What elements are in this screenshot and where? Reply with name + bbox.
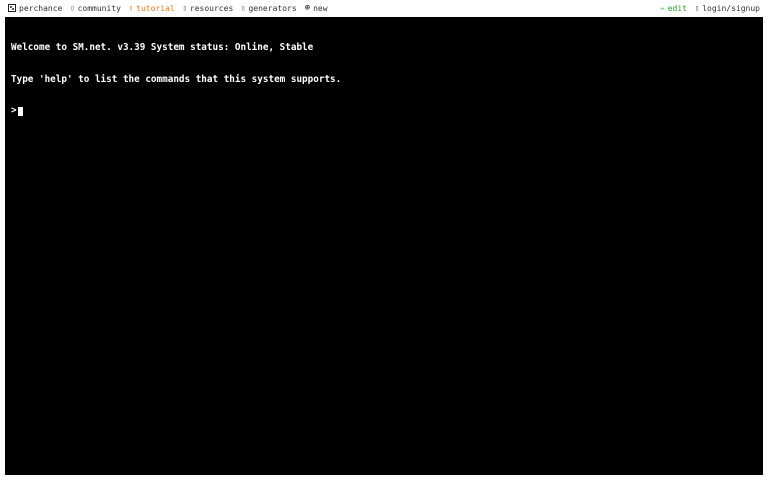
nav-home-link[interactable]: perchance [8,4,62,13]
nav-right-group: ✏ edit ▯ login/signup [661,4,761,13]
nav-tutorial-link[interactable]: ▯ tutorial [129,4,175,13]
terminal-prompt-symbol: > [11,105,17,116]
nav-generators-link[interactable]: ▯ generators [241,4,296,13]
nav-login-link[interactable]: ▯ login/signup [695,4,760,13]
nav-edit-link[interactable]: ✏ edit [661,4,687,13]
nav-login-label: login/signup [702,3,760,13]
nav-new-label: new [313,3,328,13]
resources-icon: ▯ [182,4,187,12]
terminal-cursor [17,106,23,116]
nav-resources-label: resources [189,3,234,13]
top-navigation-bar: perchance ▯ community ▯ tutorial ▯ resou… [0,0,768,16]
terminal-help-line: Type 'help' to list the commands that th… [11,73,342,85]
plus-circle-icon: ⊕ [304,3,311,13]
generators-icon: ▯ [241,4,246,12]
nav-left-group: perchance ▯ community ▯ tutorial ▯ resou… [8,4,328,13]
nav-edit-label: edit [667,3,687,13]
nav-community-label: community [77,3,121,13]
pencil-icon: ✏ [660,4,665,12]
terminal-welcome-line: Welcome to SM.net. v3.39 System status: … [11,42,314,53]
nav-tutorial-label: tutorial [136,3,175,13]
terminal-window[interactable]: Welcome to SM.net. v3.39 System status: … [5,17,763,475]
nav-community-link[interactable]: ▯ community [70,4,121,13]
nav-home-label: perchance [19,3,63,13]
user-icon: ▯ [694,4,700,12]
nav-new-link[interactable]: ⊕ new [305,4,328,13]
terminal-output: Welcome to SM.net. v3.39 System status: … [5,17,763,143]
tutorial-icon: ▯ [128,4,134,12]
community-icon: ▯ [70,4,75,12]
nav-resources-link[interactable]: ▯ resources [183,4,234,13]
dice-icon [8,4,16,12]
terminal-prompt-line[interactable]: > [11,105,757,117]
nav-generators-label: generators [248,3,297,13]
